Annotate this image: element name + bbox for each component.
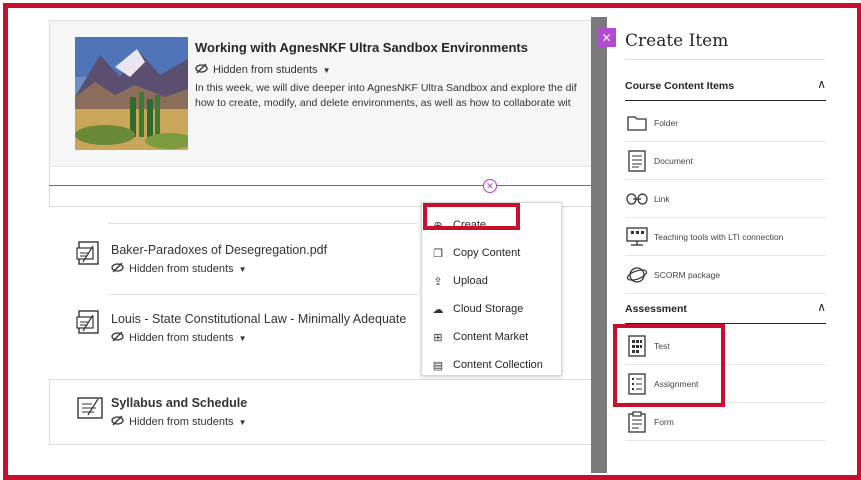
- learning-module-card[interactable]: Working with AgnesNKF Ultra Sandbox Envi…: [49, 20, 601, 207]
- caret-down-icon: ▼: [238, 417, 247, 427]
- chevron-up-icon: ∧: [817, 77, 826, 91]
- caret-down-icon: ▼: [238, 333, 247, 343]
- create-highlight-box: [423, 203, 520, 230]
- create-form-item[interactable]: Form: [625, 403, 826, 441]
- add-content-close-icon[interactable]: ✕: [483, 179, 497, 193]
- section-label: Course Content Items: [625, 80, 735, 92]
- canvas: Working with AgnesNKF Ultra Sandbox Envi…: [8, 8, 853, 473]
- assessment-highlight-box: [613, 324, 725, 407]
- collection-icon: ▤: [432, 359, 444, 372]
- item-title[interactable]: Baker-Paradoxes of Desegregation.pdf: [111, 243, 327, 257]
- menu-item-label: Upload: [453, 275, 488, 287]
- panel-title: Create Item: [625, 31, 729, 51]
- item-separator: [108, 223, 418, 224]
- module-title[interactable]: Working with AgnesNKF Ultra Sandbox Envi…: [195, 40, 528, 55]
- upload-icon: ⇪: [433, 275, 443, 288]
- menu-item-label: Content Market: [453, 331, 529, 343]
- menu-item-cloud-storage[interactable]: ☁ Cloud Storage: [422, 297, 561, 321]
- syllabus-icon: [76, 395, 103, 421]
- item-visibility[interactable]: Hidden from students ▼: [111, 262, 246, 276]
- create-folder-item[interactable]: Folder: [625, 104, 826, 142]
- form-icon: [626, 410, 648, 433]
- visibility-label: Hidden from students: [129, 263, 234, 275]
- item-label: Teaching tools with LTI connection: [654, 231, 784, 242]
- module-description: In this week, we will dive deeper into A…: [195, 81, 590, 111]
- create-lti-item[interactable]: Teaching tools with LTI connection: [625, 218, 826, 256]
- module-thumbnail: [75, 37, 188, 150]
- cloud-icon: ☁: [432, 303, 444, 316]
- section-label: Assessment: [625, 303, 687, 315]
- visibility-label: Hidden from students: [213, 64, 318, 76]
- item-label: SCORM package: [654, 269, 721, 280]
- menu-item-content-market[interactable]: ⊞ Content Market: [422, 325, 561, 349]
- course-content-items-header[interactable]: Course Content Items ∧: [625, 74, 826, 101]
- create-link-item[interactable]: Link: [625, 180, 826, 218]
- menu-item-content-collection[interactable]: ▤ Content Collection: [422, 353, 561, 377]
- item-separator: [108, 294, 418, 295]
- create-document-item[interactable]: Document: [625, 142, 826, 180]
- item-label: Document: [654, 155, 693, 166]
- course-content-area: Working with AgnesNKF Ultra Sandbox Envi…: [8, 8, 601, 473]
- description-line-2: how to create, modify, and delete enviro…: [195, 97, 571, 109]
- document-file-icon: [76, 309, 102, 335]
- caret-down-icon: ▼: [322, 65, 331, 75]
- item-title[interactable]: Syllabus and Schedule: [111, 396, 247, 410]
- syllabus-card[interactable]: [49, 379, 601, 445]
- item-label: Form: [654, 416, 674, 427]
- hidden-eye-icon: [195, 63, 208, 77]
- link-icon: [626, 188, 648, 210]
- item-visibility[interactable]: Hidden from students ▼: [111, 331, 246, 345]
- menu-item-upload[interactable]: ⇪ Upload: [422, 269, 561, 293]
- menu-item-copy-content[interactable]: ❐ Copy Content: [422, 241, 561, 265]
- document-file-icon: [76, 240, 102, 266]
- hidden-eye-icon: [111, 331, 124, 345]
- document-icon: [626, 149, 648, 172]
- folder-icon: [626, 112, 648, 134]
- menu-item-label: Content Collection: [453, 359, 543, 371]
- cart-icon: ⊞: [433, 331, 443, 344]
- panel-title-rule: [625, 59, 825, 60]
- item-label: Link: [654, 193, 670, 204]
- description-line-1: In this week, we will dive deeper into A…: [195, 82, 577, 94]
- add-content-divider: [49, 185, 599, 186]
- close-panel-button[interactable]: ✕: [597, 28, 616, 47]
- item-visibility[interactable]: Hidden from students ▼: [111, 415, 246, 429]
- close-icon: ✕: [601, 30, 612, 45]
- hidden-eye-icon: [111, 415, 124, 429]
- menu-item-label: Copy Content: [453, 247, 521, 259]
- visibility-label: Hidden from students: [129, 416, 234, 428]
- visibility-label: Hidden from students: [129, 332, 234, 344]
- assessment-header[interactable]: Assessment ∧: [625, 297, 826, 324]
- copy-icon: ❐: [433, 247, 443, 260]
- caret-down-icon: ▼: [238, 264, 247, 274]
- create-scorm-item[interactable]: SCORM package: [625, 256, 826, 294]
- item-label: Folder: [654, 117, 679, 128]
- hidden-eye-icon: [111, 262, 124, 276]
- menu-item-label: Cloud Storage: [453, 303, 524, 315]
- panel-overlay-edge: [591, 17, 607, 473]
- lti-icon: [626, 226, 648, 248]
- scorm-icon: [626, 264, 648, 286]
- module-visibility[interactable]: Hidden from students ▼: [195, 63, 330, 77]
- chevron-up-icon: ∧: [817, 300, 826, 314]
- item-title[interactable]: Louis - State Constitutional Law - Minim…: [111, 312, 406, 326]
